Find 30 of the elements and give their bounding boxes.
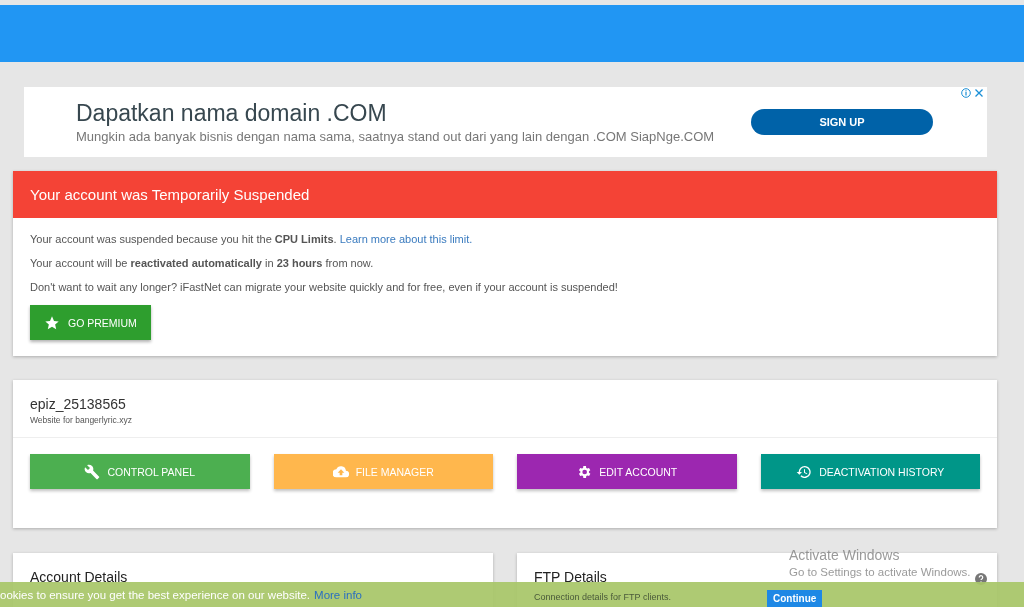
help-icon (975, 573, 987, 585)
cloud-upload-icon (332, 463, 349, 480)
alert-title: Your account was Temporarily Suspended (13, 171, 997, 218)
account-action-button[interactable]: EDIT ACCOUNT (517, 454, 737, 489)
gear-icon (576, 463, 593, 480)
info-icon[interactable] (961, 88, 971, 98)
close-icon[interactable] (974, 88, 984, 98)
card-subtitle: Connection details for FTP clients. (534, 592, 671, 602)
activation-text: Go to Settings to activate Windows. (789, 566, 971, 578)
account-action-button[interactable]: CONTROL PANEL (30, 454, 250, 489)
activation-title: Activate Windows (789, 547, 901, 563)
ad-text: Mungkin ada banyak bisnis dengan nama sama, saatnya stand out dari yang lain dengan .COM SiapNge.COM (76, 129, 716, 144)
go-premium-button[interactable]: GO PREMIUM (30, 305, 151, 340)
alert-message: Your account will be reactivated automatically in 23 hours from now. (30, 257, 375, 269)
wrench-icon (84, 463, 101, 480)
more-info-link[interactable]: More info (314, 588, 362, 601)
alert-message: Your account was suspended because you hit the CPU Limits. Learn more about this limit. (30, 233, 474, 245)
account-action-button[interactable]: DEACTIVATION HISTORY (760, 454, 980, 489)
card-title: Account Details (30, 569, 128, 585)
card-title: FTP Details (534, 569, 607, 585)
star-icon (44, 314, 60, 331)
continue-button[interactable]: Continue (767, 590, 823, 607)
alert-message: Don't want to wait any longer? iFastNet can migrate your website quickly and for free, even if your account is suspended! (30, 281, 619, 293)
account-website: Website for bangerlyric.xyz (30, 415, 133, 425)
history-icon (796, 463, 813, 480)
learn-more-link[interactable]: Learn more about this limit. (339, 233, 473, 245)
sign-up-button[interactable]: SIGN UP (751, 109, 933, 135)
cookie-message: ookies to ensure you get the best experience on our website. (0, 588, 311, 601)
account-username: epiz_25138565 (30, 396, 127, 412)
ad-headline: Dapatkan nama domain .COM (76, 100, 388, 127)
